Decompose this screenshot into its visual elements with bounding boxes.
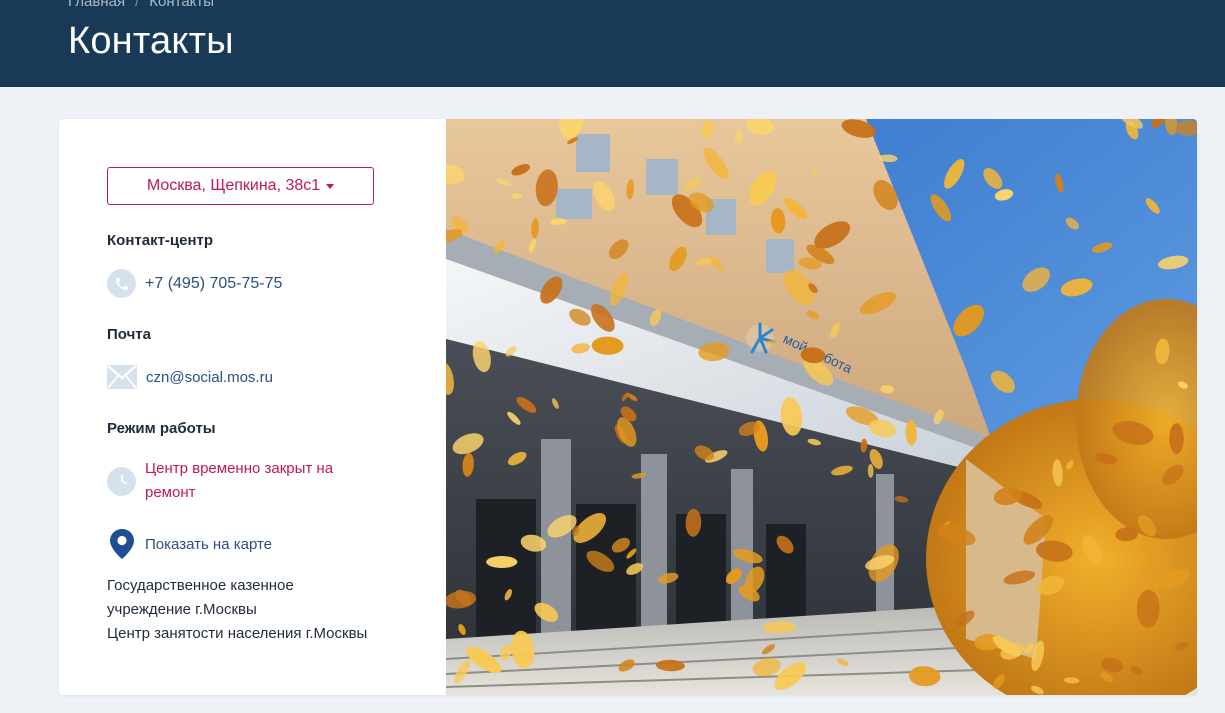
hours-row: Центр временно закрыт на ремонт xyxy=(107,457,355,505)
contacts-info-panel: Москва, Щепкина, 38с1 Контакт-центр +7 (… xyxy=(59,119,446,695)
show-on-map-link[interactable]: Показать на карте xyxy=(145,536,272,553)
contacts-card: Москва, Щепкина, 38с1 Контакт-центр +7 (… xyxy=(59,119,1197,695)
map-row: Показать на карте xyxy=(107,529,272,559)
page-title: Контакты xyxy=(68,20,234,62)
caret-down-icon xyxy=(326,184,335,189)
organization-name: Государственное казенное учреждение г.Мо… xyxy=(107,574,407,646)
email-row: czn@social.mos.ru xyxy=(107,365,273,389)
hours-heading: Режим работы xyxy=(107,420,216,437)
clock-icon xyxy=(107,466,136,496)
breadcrumb-separator: / xyxy=(135,0,140,10)
phone-row: +7 (495) 705-75-75 xyxy=(107,269,282,298)
breadcrumb-home-link[interactable]: Главная xyxy=(68,0,125,10)
phone-icon xyxy=(107,269,136,298)
falling-leaf xyxy=(486,556,518,568)
address-dropdown[interactable]: Москва, Щепкина, 38с1 xyxy=(107,167,374,205)
breadcrumb-current: Контакты xyxy=(149,0,215,10)
building-photo: мой работа xyxy=(446,119,1197,695)
falling-leaf xyxy=(1169,423,1184,454)
contact-center-heading: Контакт-центр xyxy=(107,232,214,249)
org-line-1: Государственное казенное xyxy=(107,577,294,594)
map-pin-icon xyxy=(107,529,136,559)
breadcrumb: Главная / Контакты xyxy=(68,0,214,10)
address-dropdown-label: Москва, Щепкина, 38с1 xyxy=(146,177,321,194)
mail-heading: Почта xyxy=(107,326,151,343)
phone-link[interactable]: +7 (495) 705-75-75 xyxy=(145,275,282,293)
org-line-2: учреждение г.Москвы xyxy=(107,601,257,618)
page-header: Главная / Контакты Контакты xyxy=(0,0,1225,87)
building-photo-illustration: мой работа xyxy=(446,119,1197,695)
email-link[interactable]: czn@social.mos.ru xyxy=(146,369,273,386)
hours-status: Центр временно закрыт на ремонт xyxy=(145,460,334,501)
org-line-3: Центр занятости населения г.Москвы xyxy=(107,625,368,642)
envelope-icon xyxy=(107,365,137,389)
